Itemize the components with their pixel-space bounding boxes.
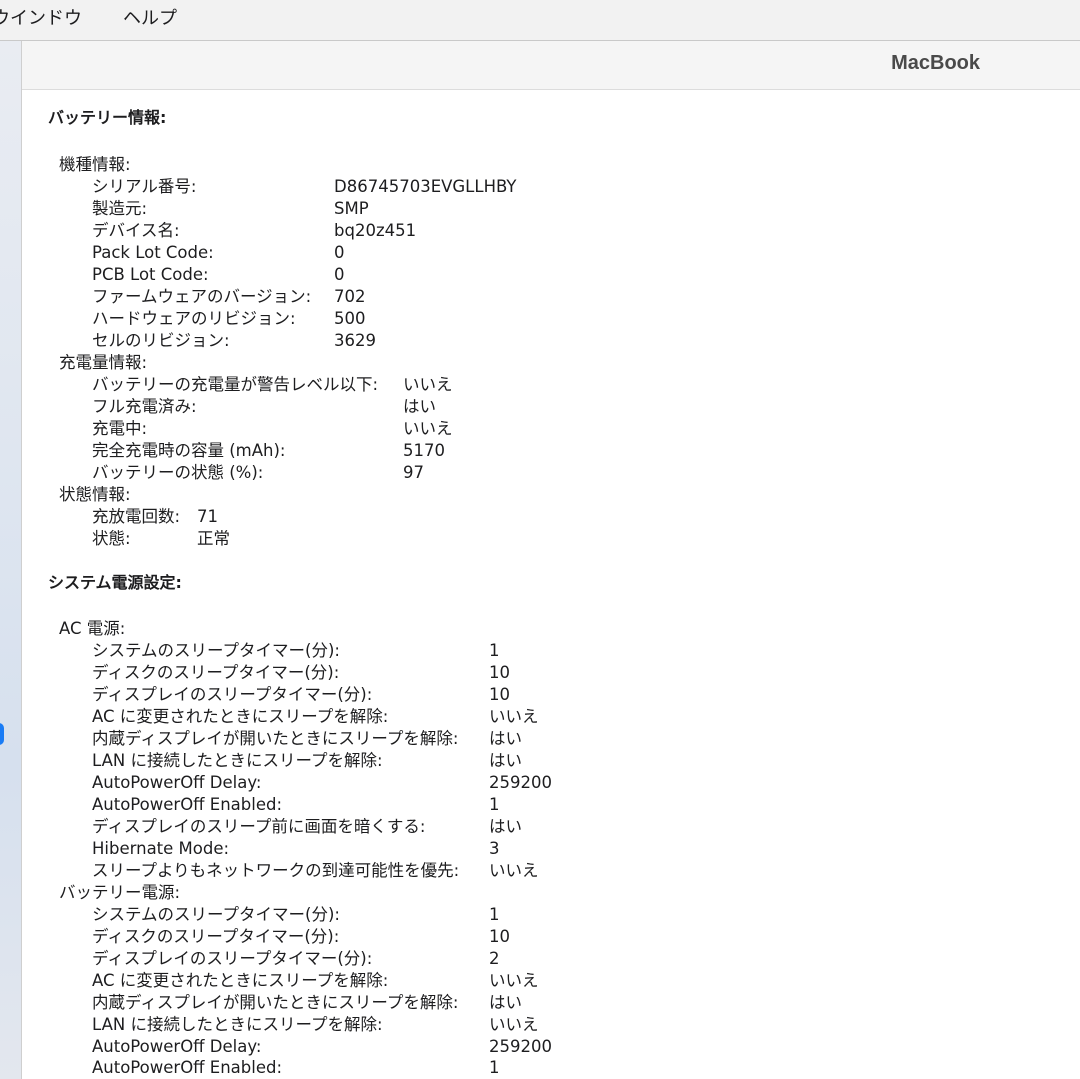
menu-bar: ウインドウ ヘルプ (0, 0, 1080, 41)
row-value: 10 (489, 663, 510, 682)
row-key: ハードウェアのリビジョン: (92, 309, 296, 328)
row-value: いいえ (403, 419, 453, 438)
row-value: 10 (489, 685, 510, 704)
section-heading-battery: バッテリー情報: (48, 108, 167, 127)
row-key: スリープよりもネットワークの到達可能性を優先: (92, 861, 460, 880)
sidebar-selected-item[interactable] (0, 723, 4, 745)
row-key: ディスクのスリープタイマー(分): (92, 927, 340, 946)
row-key: AutoPowerOff Delay: (92, 1037, 262, 1056)
row-key: ディスプレイのスリープタイマー(分): (92, 685, 373, 704)
row-key: LAN に接続したときにスリープを解除: (92, 1015, 383, 1034)
row-value: 259200 (489, 1037, 552, 1056)
row-key: ディスクのスリープタイマー(分): (92, 663, 340, 682)
row-key: 状態: (92, 529, 131, 548)
row-key: システムのスリープタイマー(分): (92, 905, 340, 924)
row-value: 1 (489, 641, 500, 660)
row-value: 1 (489, 795, 500, 814)
row-value: いいえ (403, 375, 453, 394)
window-title: MacBook (891, 52, 980, 74)
row-value: 259200 (489, 773, 552, 792)
window-titlebar: MacBook (22, 41, 1080, 90)
row-key: 充放電回数: (92, 507, 181, 526)
row-key: システムのスリープタイマー(分): (92, 641, 340, 660)
row-value: 500 (334, 309, 366, 328)
row-key: AutoPowerOff Delay: (92, 773, 262, 792)
menu-window[interactable]: ウインドウ (0, 7, 82, 31)
row-key: 内蔵ディスプレイが開いたときにスリープを解除: (92, 729, 459, 748)
row-value: 3 (489, 839, 500, 858)
row-key: ディスプレイのスリープ前に画面を暗くする: (92, 817, 426, 836)
row-value: 3629 (334, 331, 376, 350)
row-value: 702 (334, 287, 366, 306)
report-content: バッテリー情報: 機種情報: シリアル番号: D86745703EVGLLHBY… (22, 90, 1080, 1079)
menu-help[interactable]: ヘルプ (123, 7, 177, 31)
row-key: 内蔵ディスプレイが開いたときにスリープを解除: (92, 993, 459, 1012)
group-label-ac-power: AC 電源: (59, 619, 126, 638)
row-value: 1 (489, 905, 500, 924)
row-key: Pack Lot Code: (92, 243, 214, 262)
row-value: 2 (489, 949, 500, 968)
row-value: 0 (334, 243, 345, 262)
row-value: 10 (489, 927, 510, 946)
row-value: はい (489, 817, 522, 836)
row-key: 完全充電時の容量 (mAh): (92, 441, 286, 460)
row-value: はい (403, 397, 436, 416)
row-key: AC に変更されたときにスリープを解除: (92, 971, 389, 990)
row-value: SMP (334, 199, 369, 218)
section-heading-power: システム電源設定: (48, 573, 182, 592)
row-key: ファームウェアのバージョン: (92, 287, 312, 306)
row-value: 0 (334, 265, 345, 284)
row-value: 正常 (197, 529, 230, 548)
row-key: ディスプレイのスリープタイマー(分): (92, 949, 373, 968)
row-value: はい (489, 729, 522, 748)
row-key: LAN に接続したときにスリープを解除: (92, 751, 383, 770)
row-value: 1 (489, 1058, 500, 1077)
group-label-battery-power: バッテリー電源: (59, 883, 181, 902)
sidebar (0, 41, 22, 1079)
row-value: はい (489, 993, 522, 1012)
row-key: バッテリーの充電量が警告レベル以下: (92, 375, 379, 394)
row-key: 製造元: (92, 199, 148, 218)
row-key: シリアル番号: (92, 177, 197, 196)
group-label-model-info: 機種情報: (59, 155, 131, 174)
row-key: デバイス名: (92, 221, 180, 240)
row-key: PCB Lot Code: (92, 265, 209, 284)
row-value: bq20z451 (334, 221, 417, 240)
row-value: 5170 (403, 441, 445, 460)
row-value: いいえ (489, 707, 539, 726)
row-value: いいえ (489, 971, 539, 990)
row-key: Hibernate Mode: (92, 839, 230, 858)
row-key: AutoPowerOff Enabled: (92, 1058, 283, 1077)
group-label-charge-info: 充電量情報: (59, 353, 148, 372)
row-key: AutoPowerOff Enabled: (92, 795, 283, 814)
group-label-health-info: 状態情報: (59, 485, 131, 504)
row-key: 充電中: (92, 419, 148, 438)
row-key: AC に変更されたときにスリープを解除: (92, 707, 389, 726)
row-value: いいえ (489, 1015, 539, 1034)
row-value: はい (489, 751, 522, 770)
row-key: バッテリーの状態 (%): (92, 463, 264, 482)
row-key: セルのリビジョン: (92, 331, 230, 350)
row-value: D86745703EVGLLHBY (334, 177, 517, 196)
row-key: フル充電済み: (92, 397, 197, 416)
row-value: いいえ (489, 861, 539, 880)
row-value: 71 (197, 507, 218, 526)
row-value: 97 (403, 463, 424, 482)
